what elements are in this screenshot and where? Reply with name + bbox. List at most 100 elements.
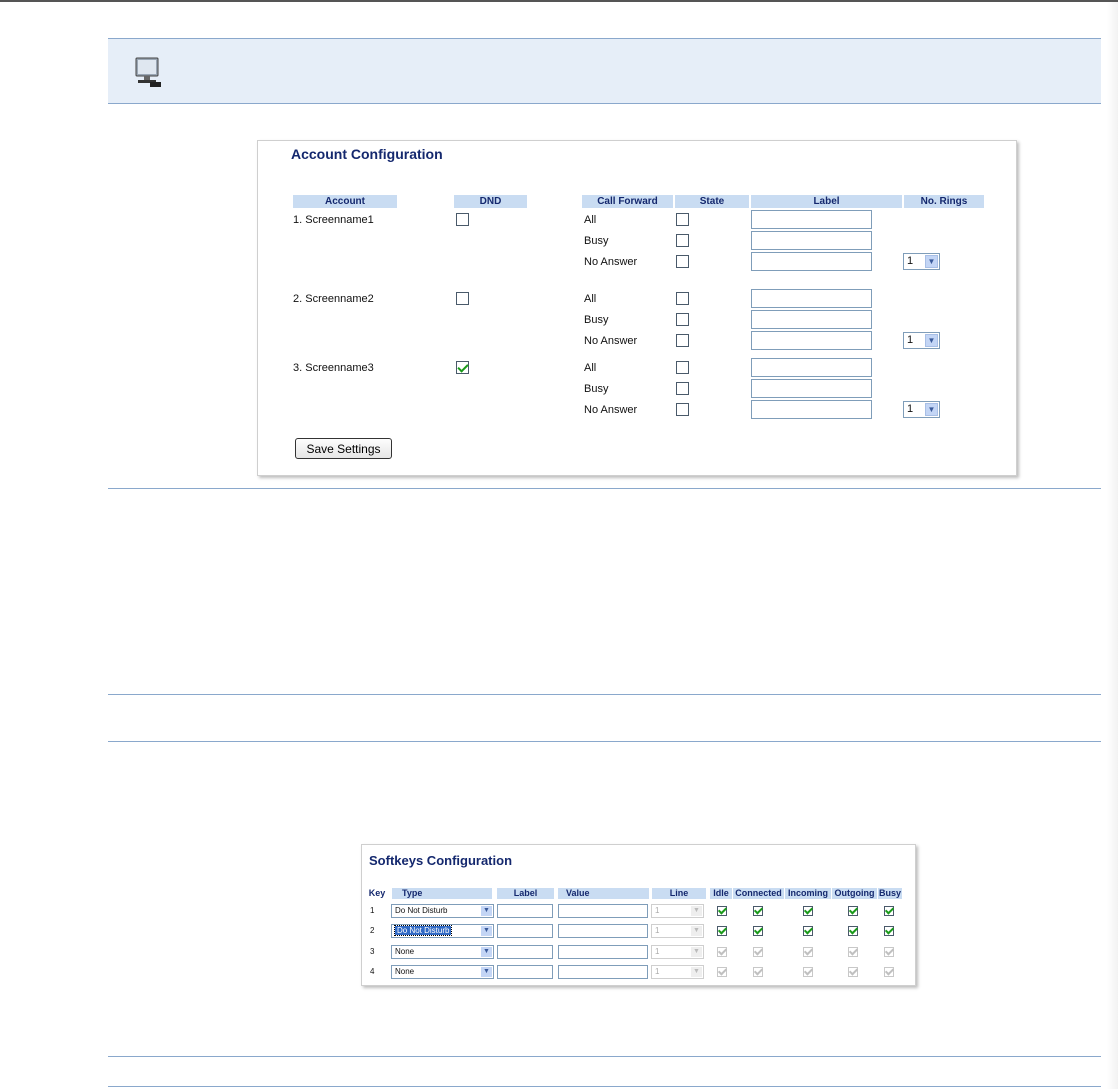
state-checkbox[interactable] (676, 234, 689, 247)
label-input[interactable] (751, 252, 872, 271)
chevron-down-icon: ▼ (691, 926, 702, 936)
idle-state-checkbox[interactable] (717, 906, 727, 916)
page-edge (1107, 2, 1118, 1089)
dnd-checkbox[interactable] (456, 361, 469, 374)
softkey-type-value: Do Not Disturb (395, 906, 448, 915)
softkey-line-select[interactable]: 1 ▼ (651, 904, 704, 918)
busy-state-checkbox[interactable] (884, 926, 894, 936)
chevron-down-icon: ▼ (925, 403, 938, 416)
chevron-down-icon: ▼ (481, 906, 492, 916)
state-checkbox[interactable] (676, 334, 689, 347)
label-input[interactable] (751, 331, 872, 350)
save-settings-button[interactable]: Save Settings (295, 438, 392, 459)
softkey-number: 4 (370, 967, 375, 976)
softkey-type-select[interactable]: None ▼ (391, 965, 494, 979)
softkey-line-value: 1 (655, 967, 660, 976)
softkeys-configuration-panel: Softkeys Configuration Key Type Label Va… (361, 844, 916, 986)
softkeys-config-title: Softkeys Configuration (369, 853, 513, 868)
state-checkbox[interactable] (676, 313, 689, 326)
account-config-title: Account Configuration (291, 146, 443, 162)
call-forward-type: Busy (584, 235, 609, 247)
state-checkbox[interactable] (676, 403, 689, 416)
softkey-label-input[interactable] (497, 945, 553, 959)
label-input[interactable] (751, 231, 872, 250)
no-rings-select[interactable]: 1 ▼ (903, 401, 940, 418)
divider (108, 741, 1101, 742)
incoming-state-checkbox[interactable] (803, 926, 813, 936)
softkey-line-value: 1 (655, 926, 660, 935)
softkey-line-value: 1 (655, 947, 660, 956)
idle-state-checkbox[interactable] (717, 947, 727, 957)
outgoing-state-checkbox[interactable] (848, 947, 858, 957)
header-band (108, 38, 1101, 104)
no-rings-value: 1 (907, 403, 914, 415)
busy-state-checkbox[interactable] (884, 947, 894, 957)
connected-state-checkbox[interactable] (753, 906, 763, 916)
header-type: Type (392, 888, 492, 899)
label-input[interactable] (751, 379, 872, 398)
label-input[interactable] (751, 310, 872, 329)
header-label: Label (751, 195, 902, 208)
state-checkbox[interactable] (676, 255, 689, 268)
chevron-down-icon: ▼ (481, 967, 492, 977)
call-forward-type: Busy (584, 314, 609, 326)
dnd-checkbox[interactable] (456, 213, 469, 226)
incoming-state-checkbox[interactable] (803, 947, 813, 957)
divider (108, 1056, 1101, 1057)
connected-state-checkbox[interactable] (753, 967, 763, 977)
softkey-line-select[interactable]: 1 ▼ (651, 924, 704, 938)
call-forward-type: No Answer (584, 256, 638, 268)
header-call-forward: Call Forward (582, 195, 673, 208)
chevron-down-icon: ▼ (481, 947, 492, 957)
header-dnd: DND (454, 195, 527, 208)
chevron-down-icon: ▼ (691, 947, 702, 957)
call-forward-type: All (584, 362, 597, 374)
top-rule (0, 0, 1118, 2)
label-input[interactable] (751, 289, 872, 308)
state-checkbox[interactable] (676, 292, 689, 305)
softkey-value-input[interactable] (558, 965, 648, 979)
idle-state-checkbox[interactable] (717, 926, 727, 936)
outgoing-state-checkbox[interactable] (848, 967, 858, 977)
call-forward-type: No Answer (584, 335, 638, 347)
idle-state-checkbox[interactable] (717, 967, 727, 977)
header-incoming: Incoming (785, 888, 831, 899)
softkey-label-input[interactable] (497, 904, 553, 918)
outgoing-state-checkbox[interactable] (848, 906, 858, 916)
incoming-state-checkbox[interactable] (803, 906, 813, 916)
softkey-number: 1 (370, 906, 375, 915)
softkey-type-value: Do Not Disturb (393, 925, 453, 936)
softkey-type-select[interactable]: Do Not Disturb ▼ (391, 924, 494, 938)
header-label: Label (497, 888, 554, 899)
softkey-label-input[interactable] (497, 924, 553, 938)
label-input[interactable] (751, 210, 872, 229)
busy-state-checkbox[interactable] (884, 967, 894, 977)
softkey-type-select[interactable]: Do Not Disturb ▼ (391, 904, 494, 918)
state-checkbox[interactable] (676, 213, 689, 226)
header-busy: Busy (878, 888, 902, 899)
connected-state-checkbox[interactable] (753, 947, 763, 957)
dnd-checkbox[interactable] (456, 292, 469, 305)
softkey-line-select[interactable]: 1 ▼ (651, 945, 704, 959)
softkey-line-value: 1 (655, 906, 660, 915)
label-input[interactable] (751, 358, 872, 377)
state-checkbox[interactable] (676, 361, 689, 374)
softkey-value-input[interactable] (558, 904, 648, 918)
header-no-rings: No. Rings (904, 195, 984, 208)
header-idle: Idle (710, 888, 732, 899)
state-checkbox[interactable] (676, 382, 689, 395)
no-rings-select[interactable]: 1 ▼ (903, 253, 940, 270)
outgoing-state-checkbox[interactable] (848, 926, 858, 936)
connected-state-checkbox[interactable] (753, 926, 763, 936)
softkey-line-select[interactable]: 1 ▼ (651, 965, 704, 979)
softkey-label-input[interactable] (497, 965, 553, 979)
softkey-type-value: None (395, 947, 415, 956)
no-rings-select[interactable]: 1 ▼ (903, 332, 940, 349)
call-forward-type: No Answer (584, 404, 638, 416)
busy-state-checkbox[interactable] (884, 906, 894, 916)
softkey-type-select[interactable]: None ▼ (391, 945, 494, 959)
softkey-value-input[interactable] (558, 924, 648, 938)
softkey-value-input[interactable] (558, 945, 648, 959)
incoming-state-checkbox[interactable] (803, 967, 813, 977)
label-input[interactable] (751, 400, 872, 419)
